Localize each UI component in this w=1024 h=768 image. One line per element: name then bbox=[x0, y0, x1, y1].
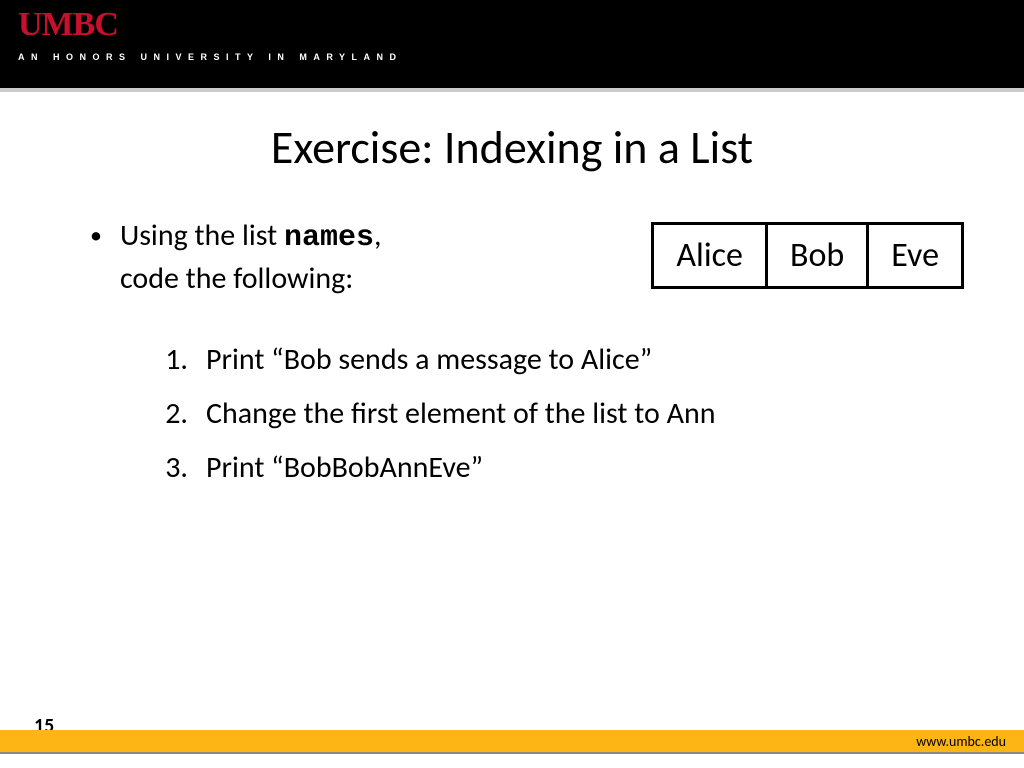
bullet-suffix: , bbox=[374, 217, 382, 254]
footer-url: www.umbc.edu bbox=[916, 733, 1006, 750]
slide-content: Exercise: Indexing in a List • Using the… bbox=[0, 92, 1024, 730]
bullet-line2: code the following: bbox=[120, 260, 353, 297]
table-cell: Alice bbox=[653, 224, 767, 288]
slide-title: Exercise: Indexing in a List bbox=[40, 120, 984, 176]
footer-bar: www.umbc.edu bbox=[0, 730, 1024, 752]
list-item: 3. Print “BobBobAnnEve” bbox=[150, 447, 984, 489]
logo-tagline: AN HONORS UNIVERSITY IN MARYLAND bbox=[18, 52, 1006, 62]
logo-text: UMBC bbox=[18, 8, 1006, 42]
table-cell: Eve bbox=[868, 224, 963, 288]
names-table-wrap: Alice Bob Eve bbox=[651, 222, 964, 289]
logo: UMBC AN HONORS UNIVERSITY IN MARYLAND bbox=[18, 8, 1006, 62]
names-table: Alice Bob Eve bbox=[651, 222, 964, 289]
header-bar: UMBC AN HONORS UNIVERSITY IN MARYLAND bbox=[0, 0, 1024, 88]
item-text: Print “Bob sends a message to Alice” bbox=[206, 339, 652, 381]
table-row: Alice Bob Eve bbox=[653, 224, 963, 288]
bullet-text: Using the list names, code the following… bbox=[120, 216, 382, 299]
item-number: 1. bbox=[150, 339, 188, 381]
list-item: 2. Change the first element of the list … bbox=[150, 393, 984, 435]
item-text: Print “BobBobAnnEve” bbox=[206, 447, 483, 489]
intro-row: • Using the list names, code the followi… bbox=[40, 216, 984, 299]
bullet-icon: • bbox=[90, 216, 102, 256]
item-number: 3. bbox=[150, 447, 188, 489]
table-cell: Bob bbox=[766, 224, 867, 288]
bullet-main: • Using the list names, code the followi… bbox=[40, 216, 382, 299]
bullet-prefix: Using the list bbox=[120, 217, 284, 254]
numbered-list: 1. Print “Bob sends a message to Alice” … bbox=[40, 339, 984, 489]
list-item: 1. Print “Bob sends a message to Alice” bbox=[150, 339, 984, 381]
item-number: 2. bbox=[150, 393, 188, 435]
code-word: names bbox=[284, 221, 374, 255]
footer-divider bbox=[0, 752, 1024, 754]
item-text: Change the first element of the list to … bbox=[206, 393, 716, 435]
